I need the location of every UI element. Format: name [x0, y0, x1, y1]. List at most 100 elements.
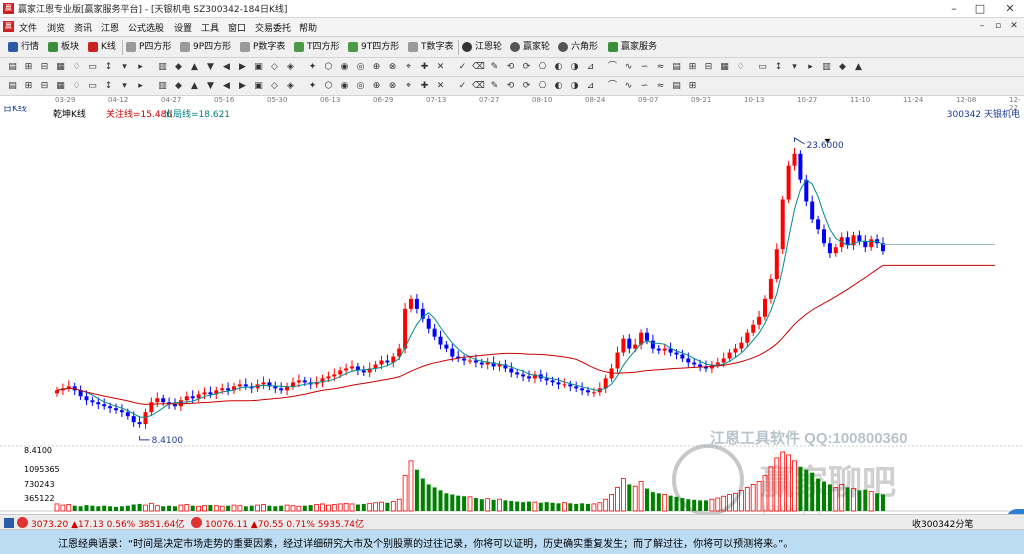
t-table-button[interactable]: T数字表	[408, 40, 454, 55]
tool-icon[interactable]: ⊞	[686, 61, 699, 74]
tool-icon[interactable]: ▥	[820, 61, 833, 74]
tool-icon[interactable]: ⊞	[22, 80, 35, 93]
menu-help[interactable]: 帮助	[299, 21, 317, 34]
tool-icon[interactable]: ▶	[236, 61, 249, 74]
tool-icon[interactable]: ⊟	[38, 80, 51, 93]
tool-icon[interactable]: ◀	[220, 61, 233, 74]
tool-icon[interactable]: ∿	[622, 61, 635, 74]
tool-icon[interactable]: ✓	[456, 80, 469, 93]
tool-icon[interactable]: ✕	[434, 61, 447, 74]
tool-icon[interactable]: ◈	[284, 61, 297, 74]
tool-icon[interactable]: ⊗	[386, 80, 399, 93]
menu-formula[interactable]: 公式选股	[128, 21, 164, 34]
menu-window[interactable]: 窗口	[228, 21, 246, 34]
sz-index-quote[interactable]: 10076.11 ▲70.55 0.71% 5935.74亿	[205, 517, 364, 530]
tool-icon[interactable]: ⌒	[606, 61, 619, 74]
tool-icon[interactable]: ▾	[118, 80, 131, 93]
child-restore-button[interactable]: ▫	[992, 20, 1004, 33]
tool-icon[interactable]: ◉	[338, 61, 351, 74]
minimize-button[interactable]: –	[940, 1, 968, 16]
tool-icon[interactable]: ◐	[552, 80, 565, 93]
tool-icon[interactable]: ◆	[172, 80, 185, 93]
tool-icon[interactable]: ♢	[70, 61, 83, 74]
child-minimize-button[interactable]: –	[976, 20, 988, 33]
tool-icon[interactable]: ✎	[488, 61, 501, 74]
menu-settings[interactable]: 设置	[174, 21, 192, 34]
app-menu-icon[interactable]: 赢	[3, 21, 14, 32]
tool-icon[interactable]: ▥	[156, 80, 169, 93]
tool-icon[interactable]: ⊕	[370, 61, 383, 74]
tool-icon[interactable]: ∽	[638, 61, 651, 74]
tool-icon[interactable]: ♢	[734, 61, 747, 74]
tool-icon[interactable]: ⟲	[504, 80, 517, 93]
tool-icon[interactable]: ✦	[306, 61, 319, 74]
tool-icon[interactable]: ▲	[188, 80, 201, 93]
tool-icon[interactable]: ▥	[156, 61, 169, 74]
tool-icon[interactable]: ◇	[268, 80, 281, 93]
tool-icon[interactable]: ▸	[134, 61, 147, 74]
tool-icon[interactable]: ◎	[354, 61, 367, 74]
tool-icon[interactable]: ≈	[654, 80, 667, 93]
tool-icon[interactable]: ▲	[852, 61, 865, 74]
menu-trade[interactable]: 交易委托	[255, 21, 291, 34]
tool-icon[interactable]: ▭	[86, 80, 99, 93]
tool-icon[interactable]: ▤	[670, 61, 683, 74]
sector-button[interactable]: 板块	[48, 40, 79, 55]
sh-index-quote[interactable]: 3073.20 ▲17.13 0.56% 3851.64亿	[31, 517, 184, 530]
tool-icon[interactable]: ◆	[836, 61, 849, 74]
tool-icon[interactable]: ◎	[354, 80, 367, 93]
tool-icon[interactable]: ⊗	[386, 61, 399, 74]
tool-icon[interactable]: ✓	[456, 61, 469, 74]
tool-icon[interactable]: ▭	[756, 61, 769, 74]
9p-square-button[interactable]: 9P四方形	[180, 40, 231, 55]
tool-icon[interactable]: ✕	[434, 80, 447, 93]
menu-info[interactable]: 资讯	[74, 21, 92, 34]
hexagon-button[interactable]: 六角形	[558, 40, 598, 55]
tool-icon[interactable]: ◑	[568, 80, 581, 93]
winner-wheel-button[interactable]: 赢家轮	[510, 40, 550, 55]
child-close-button[interactable]: ✕	[1008, 20, 1020, 33]
menu-gann[interactable]: 江恩	[101, 21, 119, 34]
service-button[interactable]: 赢家服务	[608, 40, 657, 55]
tool-icon[interactable]: ✚	[418, 80, 431, 93]
tool-icon[interactable]: ↕	[102, 80, 115, 93]
tool-icon[interactable]: ⊟	[702, 61, 715, 74]
tool-icon[interactable]: ◇	[268, 61, 281, 74]
tool-icon[interactable]: ✚	[418, 61, 431, 74]
tool-icon[interactable]: ∽	[638, 80, 651, 93]
tool-icon[interactable]: ◀	[220, 80, 233, 93]
tool-icon[interactable]: ⎔	[536, 61, 549, 74]
menu-file[interactable]: 文件	[19, 21, 37, 34]
close-button[interactable]: ✕	[996, 1, 1024, 16]
tool-icon[interactable]: ▾	[118, 61, 131, 74]
tool-icon[interactable]: ↕	[772, 61, 785, 74]
menu-tools[interactable]: 工具	[201, 21, 219, 34]
tool-icon[interactable]: ⟳	[520, 61, 533, 74]
p-table-button[interactable]: P数字表	[240, 40, 285, 55]
tool-icon[interactable]: ⟲	[504, 61, 517, 74]
tool-icon[interactable]: ⊿	[584, 80, 597, 93]
tool-icon[interactable]: ⌖	[402, 80, 415, 93]
tool-icon[interactable]: ▦	[54, 80, 67, 93]
tool-icon[interactable]: ▤	[6, 80, 19, 93]
tool-icon[interactable]: ♢	[70, 80, 83, 93]
tool-icon[interactable]: ▦	[718, 61, 731, 74]
tool-icon[interactable]: ⊟	[38, 61, 51, 74]
tool-icon[interactable]: ▣	[252, 80, 265, 93]
gann-wheel-button[interactable]: 江恩轮	[462, 40, 502, 55]
tool-icon[interactable]: ▭	[86, 61, 99, 74]
tool-icon[interactable]: ▶	[236, 80, 249, 93]
tool-icon[interactable]: ⬡	[322, 61, 335, 74]
p-square-button[interactable]: P四方形	[126, 40, 171, 55]
tool-icon[interactable]: ∿	[622, 80, 635, 93]
tool-icon[interactable]: ⊿	[584, 61, 597, 74]
tool-icon[interactable]: ▦	[54, 61, 67, 74]
tool-icon[interactable]: ▼	[204, 80, 217, 93]
tool-icon[interactable]: ≈	[654, 61, 667, 74]
tool-icon[interactable]: ⬡	[322, 80, 335, 93]
tool-icon[interactable]: ⌖	[402, 61, 415, 74]
tool-icon[interactable]: ⟳	[520, 80, 533, 93]
kline-chart[interactable]: 江恩工具软件 QQ:100800360 赢家聊吧 jiaoba.yinjia..…	[0, 102, 1024, 531]
tool-icon[interactable]: ◑	[568, 61, 581, 74]
menu-browse[interactable]: 浏览	[47, 21, 65, 34]
